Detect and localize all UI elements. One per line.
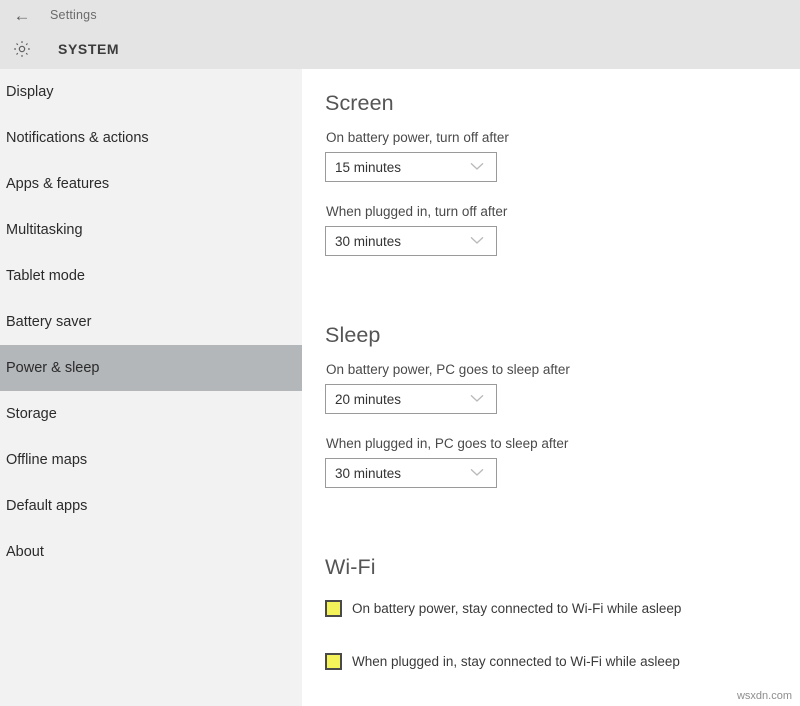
sleep-plugged-dropdown[interactable]: 30 minutes [325,458,497,488]
sidebar-item-tablet-mode[interactable]: Tablet mode [0,253,302,299]
chevron-down-icon [470,158,484,176]
sidebar-item-label: Default apps [6,498,87,514]
screen-plugged-dropdown[interactable]: 30 minutes [325,226,497,256]
sidebar-item-label: Multitasking [6,222,83,238]
wifi-plugged-label: When plugged in, stay connected to Wi-Fi… [352,654,680,669]
chevron-down-icon [470,232,484,250]
back-row: ← Settings [0,0,300,30]
wifi-section: Wi-Fi On battery power, stay connected t… [325,555,681,670]
settings-sidebar: Display Notifications & actions Apps & f… [0,69,302,706]
sidebar-item-label: Display [6,84,54,100]
screen-battery-value: 15 minutes [326,160,401,175]
sidebar-item-label: Offline maps [6,452,87,468]
sidebar-item-multitasking[interactable]: Multitasking [0,207,302,253]
wifi-plugged-checkbox-row[interactable]: When plugged in, stay connected to Wi-Fi… [325,653,681,670]
screen-battery-label: On battery power, turn off after [326,130,509,145]
back-arrow-icon[interactable]: ← [0,7,44,24]
gear-icon [0,39,44,59]
sidebar-item-display[interactable]: Display [0,69,302,115]
sleep-section: Sleep On battery power, PC goes to sleep… [325,323,570,488]
app-header: ← Settings SYSTEM [0,0,800,69]
sidebar-item-default-apps[interactable]: Default apps [0,483,302,529]
wifi-battery-label: On battery power, stay connected to Wi-F… [352,601,681,616]
breadcrumb-settings-label: Settings [50,8,97,22]
system-title-row: SYSTEM [0,32,119,66]
page-title: SYSTEM [58,41,119,57]
sidebar-item-label: Battery saver [6,314,91,330]
sidebar-item-apps-features[interactable]: Apps & features [0,161,302,207]
screen-battery-dropdown[interactable]: 15 minutes [325,152,497,182]
sidebar-item-battery-saver[interactable]: Battery saver [0,299,302,345]
screen-section-title: Screen [325,91,509,116]
wifi-battery-checkbox-row[interactable]: On battery power, stay connected to Wi-F… [325,600,681,617]
wifi-battery-checkbox[interactable] [325,600,342,617]
settings-content: Screen On battery power, turn off after … [302,69,800,706]
screen-plugged-value: 30 minutes [326,234,401,249]
wifi-plugged-checkbox[interactable] [325,653,342,670]
chevron-down-icon [470,390,484,408]
sidebar-item-about[interactable]: About [0,529,302,575]
sleep-plugged-value: 30 minutes [326,466,401,481]
sleep-plugged-label: When plugged in, PC goes to sleep after [326,436,570,451]
wifi-section-title: Wi-Fi [325,555,681,580]
sidebar-item-label: Storage [6,406,57,422]
sidebar-item-power-sleep[interactable]: Power & sleep [0,345,302,391]
chevron-down-icon [470,464,484,482]
sidebar-item-label: Notifications & actions [6,130,149,146]
sidebar-item-label: Tablet mode [6,268,85,284]
screen-plugged-label: When plugged in, turn off after [326,204,509,219]
sleep-battery-dropdown[interactable]: 20 minutes [325,384,497,414]
sidebar-item-label: Apps & features [6,176,109,192]
sidebar-item-storage[interactable]: Storage [0,391,302,437]
sleep-battery-label: On battery power, PC goes to sleep after [326,362,570,377]
sleep-battery-value: 20 minutes [326,392,401,407]
sidebar-item-label: About [6,544,44,560]
sidebar-item-label: Power & sleep [6,360,100,376]
sidebar-item-notifications-actions[interactable]: Notifications & actions [0,115,302,161]
sidebar-item-offline-maps[interactable]: Offline maps [0,437,302,483]
sleep-section-title: Sleep [325,323,570,348]
source-watermark: wsxdn.com [737,690,792,702]
screen-section: Screen On battery power, turn off after … [325,91,509,256]
